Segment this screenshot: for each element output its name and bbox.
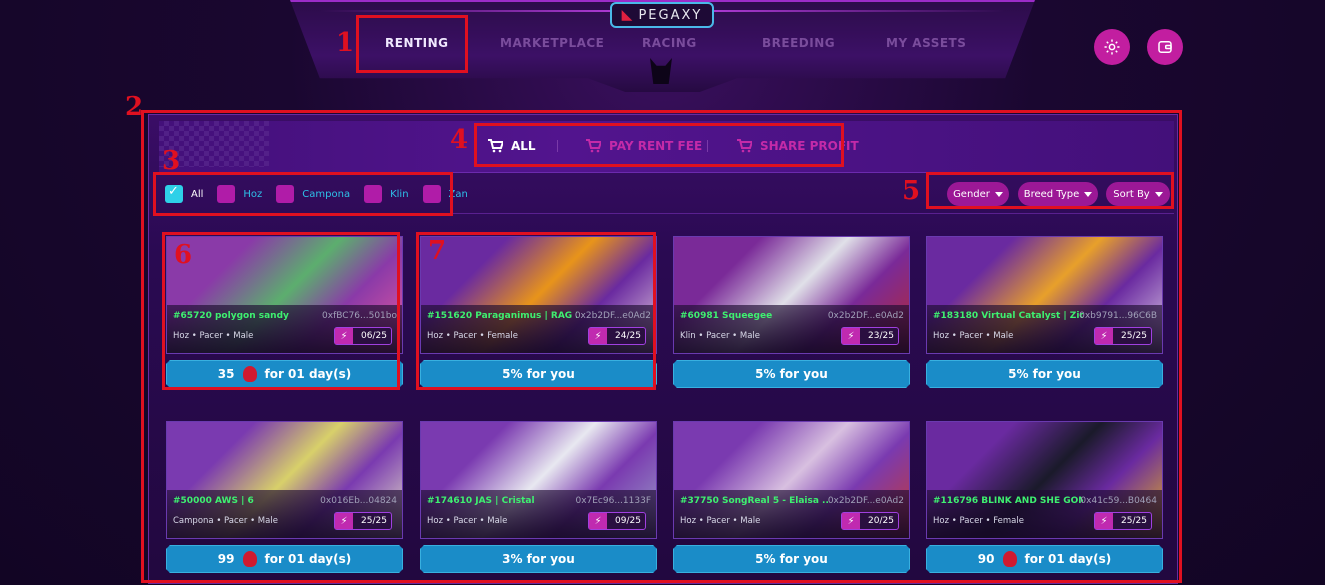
annotation-box-6 [162, 232, 400, 390]
horse-image[interactable]: #183180 Virtual Catalyst | Zion 0xb9791.… [926, 236, 1163, 354]
horse-card[interactable]: #60981 Squeegee 0x2b2DF...e0Ad2 Klin • P… [673, 236, 910, 388]
settings-button[interactable] [1094, 29, 1130, 65]
pgx-token-icon [243, 551, 257, 567]
rent-button[interactable]: 3% for you [420, 545, 657, 573]
horse-card[interactable]: #174610 JAS | Cristal 0x7Ec96...1133F Ho… [420, 421, 657, 573]
annotation-label-4: 4 [450, 125, 469, 155]
horse-info: #116796 BLINK AND SHE GONE 0x41c59...B04… [927, 490, 1162, 538]
horse-attributes: Hoz • Pacer • Male [427, 516, 508, 526]
horse-image[interactable]: #116796 BLINK AND SHE GONE 0x41c59...B04… [926, 421, 1163, 539]
energy-value: 23/25 [868, 331, 894, 341]
annotation-label-7: 7 [428, 236, 447, 266]
wallet-button[interactable] [1147, 29, 1183, 65]
horse-info: #183180 Virtual Catalyst | Zion 0xb9791.… [927, 305, 1162, 353]
rent-button[interactable]: 90 for 01 day(s) [926, 545, 1163, 573]
horse-card[interactable]: #37750 SongReal 5 - Elaisa ... 0x2b2DF..… [673, 421, 910, 573]
rent-button-label: 5% for you [755, 367, 828, 381]
annotation-box-3 [153, 172, 453, 216]
annotation-box-5 [926, 172, 1174, 209]
nav-my-assets[interactable]: MY ASSETS [886, 36, 966, 50]
energy-value: 20/25 [868, 516, 894, 526]
horse-name: #60981 Squeegee [680, 311, 773, 321]
rent-button[interactable]: 99 for 01 day(s) [166, 545, 403, 573]
horse-name: #183180 Virtual Catalyst | Zion [933, 311, 1083, 321]
lightning-icon: ⚡ [589, 513, 607, 529]
owner-address: 0x2b2DF...e0Ad2 [827, 496, 904, 506]
horse-card[interactable]: #183180 Virtual Catalyst | Zion 0xb9791.… [926, 236, 1163, 388]
rent-button-label: 5% for you [1008, 367, 1081, 381]
owner-address: 0x7Ec96...1133F [575, 496, 651, 506]
pegaxy-logo[interactable]: ◣ PEGAXY [610, 2, 714, 28]
horse-card[interactable]: #116796 BLINK AND SHE GONE 0x41c59...B04… [926, 421, 1163, 573]
annotation-label-3: 3 [162, 146, 181, 176]
annotation-box-7 [416, 232, 656, 390]
horse-attributes: Klin • Pacer • Male [680, 331, 761, 341]
annotation-label-1: 1 [336, 28, 355, 58]
pgx-token-icon [1003, 551, 1017, 567]
nav-racing[interactable]: RACING [642, 36, 697, 50]
lightning-icon: ⚡ [842, 328, 860, 344]
rent-button-label: for 01 day(s) [264, 552, 352, 566]
energy-badge: ⚡ 25/25 [1094, 327, 1152, 345]
horse-name: #50000 AWS | 6 [173, 496, 254, 506]
lightning-icon: ⚡ [1095, 328, 1113, 344]
nav-marketplace[interactable]: MARKETPLACE [500, 36, 604, 50]
horse-info: #50000 AWS | 6 0x016Eb...04824 Campona •… [167, 490, 402, 538]
rent-button-label: for 01 day(s) [1024, 552, 1112, 566]
annotation-label-6: 6 [174, 240, 193, 270]
energy-value: 25/25 [1121, 331, 1147, 341]
logo-text: PEGAXY [638, 7, 703, 23]
energy-badge: ⚡ 25/25 [334, 512, 392, 530]
rent-price: 99 [217, 552, 235, 566]
energy-badge: ⚡ 25/25 [1094, 512, 1152, 530]
energy-value: 25/25 [361, 516, 387, 526]
energy-value: 25/25 [1121, 516, 1147, 526]
horse-name: #116796 BLINK AND SHE GONE [933, 496, 1083, 506]
horse-attributes: Campona • Pacer • Male [173, 516, 278, 526]
lightning-icon: ⚡ [335, 513, 353, 529]
horse-attributes: Hoz • Pacer • Male [680, 516, 761, 526]
horse-attributes: Hoz • Pacer • Female [933, 516, 1024, 526]
horse-info: #174610 JAS | Cristal 0x7Ec96...1133F Ho… [421, 490, 656, 538]
energy-value: 09/25 [615, 516, 641, 526]
annotation-box-1 [356, 15, 468, 73]
owner-address: 0xb9791...96C6B [1079, 311, 1157, 321]
rent-button-label: 5% for you [755, 552, 828, 566]
horse-attributes: Hoz • Pacer • Male [933, 331, 1014, 341]
horse-image[interactable]: #174610 JAS | Cristal 0x7Ec96...1133F Ho… [420, 421, 657, 539]
annotation-label-5: 5 [902, 176, 921, 206]
horse-name: #37750 SongReal 5 - Elaisa ... [680, 496, 830, 506]
energy-badge: ⚡ 20/25 [841, 512, 899, 530]
annotation-box-4 [474, 123, 844, 167]
energy-badge: ⚡ 09/25 [588, 512, 646, 530]
lightning-icon: ⚡ [1095, 513, 1113, 529]
gear-icon [1104, 39, 1120, 55]
lightning-icon: ⚡ [842, 513, 860, 529]
rent-button[interactable]: 5% for you [673, 360, 910, 388]
owner-address: 0x2b2DF...e0Ad2 [827, 311, 904, 321]
wallet-icon [1158, 41, 1172, 53]
rent-button[interactable]: 5% for you [926, 360, 1163, 388]
pegaxy-logo-icon: ◣ [621, 7, 633, 23]
rent-button[interactable]: 5% for you [673, 545, 910, 573]
horse-name: #174610 JAS | Cristal [427, 496, 535, 506]
nav-breeding[interactable]: BREEDING [762, 36, 835, 50]
horse-image[interactable]: #50000 AWS | 6 0x016Eb...04824 Campona •… [166, 421, 403, 539]
energy-badge: ⚡ 23/25 [841, 327, 899, 345]
owner-address: 0x016Eb...04824 [320, 496, 397, 506]
horse-info: #60981 Squeegee 0x2b2DF...e0Ad2 Klin • P… [674, 305, 909, 353]
horse-image[interactable]: #60981 Squeegee 0x2b2DF...e0Ad2 Klin • P… [673, 236, 910, 354]
horse-card[interactable]: #50000 AWS | 6 0x016Eb...04824 Campona •… [166, 421, 403, 573]
horse-info: #37750 SongReal 5 - Elaisa ... 0x2b2DF..… [674, 490, 909, 538]
owner-address: 0x41c59...B0464 [1080, 496, 1157, 506]
rent-price: 90 [977, 552, 995, 566]
rent-button-label: 3% for you [502, 552, 575, 566]
horse-image[interactable]: #37750 SongReal 5 - Elaisa ... 0x2b2DF..… [673, 421, 910, 539]
